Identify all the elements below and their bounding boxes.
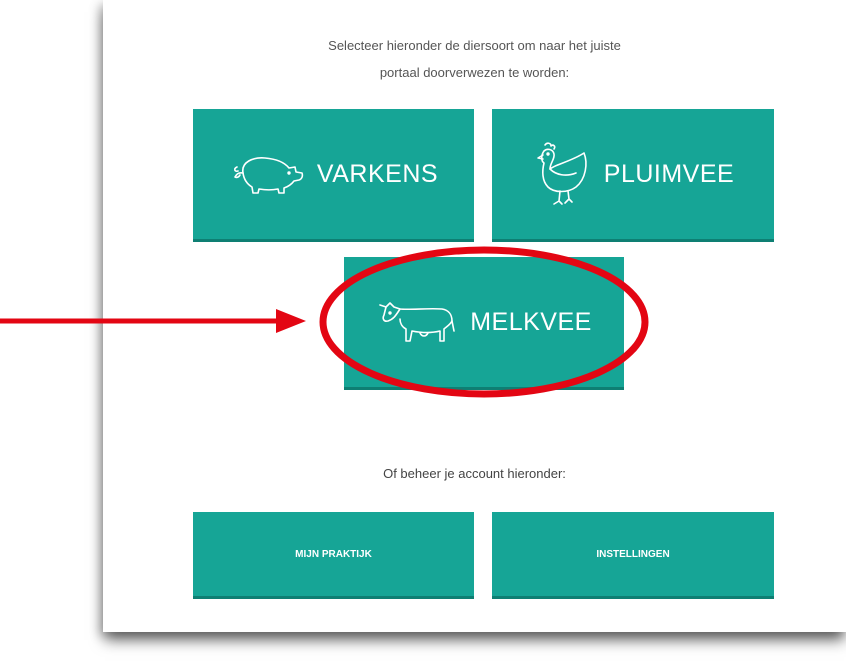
intro-line-2: portaal doorverwezen te worden:	[379, 65, 570, 80]
mijn-praktijk-label: MIJN PRAKTIJK	[295, 548, 372, 560]
intro-text: Selecteer hieronder de diersoort om naar…	[103, 32, 846, 86]
instellingen-label: INSTELLINGEN	[596, 548, 670, 560]
melkvee-label: MELKVEE	[470, 307, 592, 336]
screenshot-stage: Selecteer hieronder de diersoort om naar…	[0, 0, 846, 668]
pluimvee-button[interactable]: PLUIMVEE	[492, 109, 774, 242]
pig-icon	[229, 151, 307, 197]
pluimvee-label: PLUIMVEE	[603, 159, 735, 188]
varkens-button[interactable]: VARKENS	[193, 109, 474, 242]
mijn-praktijk-button[interactable]: MIJN PRAKTIJK	[193, 512, 474, 599]
intro-line-1: Selecteer hieronder de diersoort om naar…	[328, 38, 621, 53]
chicken-icon	[532, 141, 594, 207]
instellingen-button[interactable]: INSTELLINGEN	[492, 512, 774, 599]
melkvee-button[interactable]: MELKVEE	[344, 257, 624, 390]
varkens-label: VARKENS	[316, 159, 439, 188]
account-heading: Of beheer je account hieronder:	[383, 466, 566, 481]
cow-icon	[376, 297, 460, 347]
